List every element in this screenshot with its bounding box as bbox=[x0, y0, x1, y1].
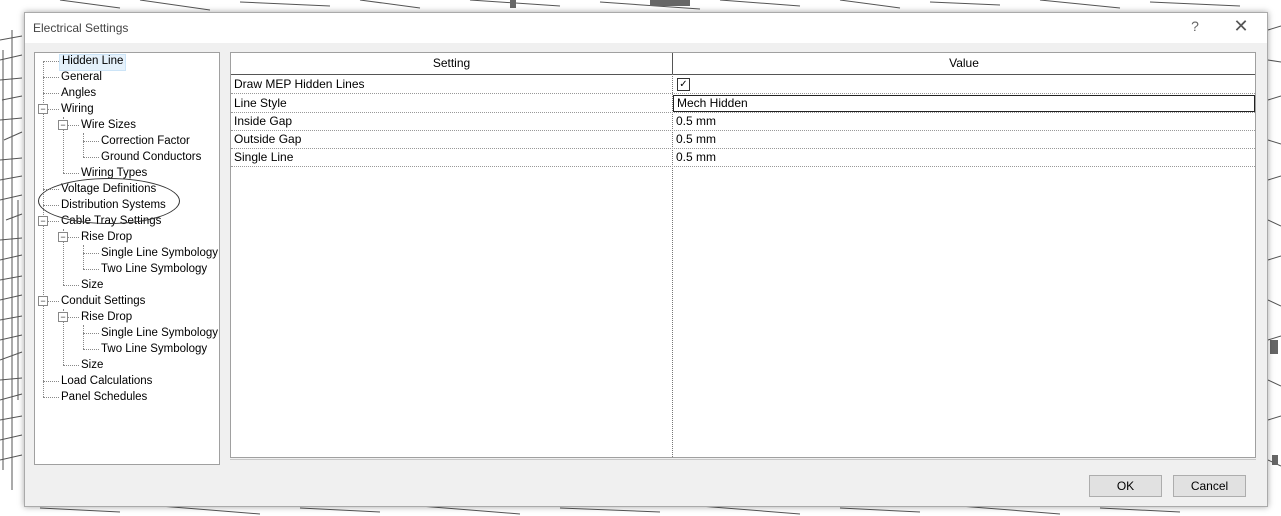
tree-guide-line bbox=[67, 237, 79, 238]
collapse-wire-sizes-icon[interactable]: − bbox=[58, 120, 68, 130]
electrical-settings-dialog: Electrical Settings ? ✕ − − − − − − Hidd… bbox=[24, 12, 1268, 507]
tree-item-wire-sizes[interactable]: Wire Sizes bbox=[79, 118, 138, 133]
outside-gap-value[interactable]: 0.5 mm bbox=[673, 130, 1253, 148]
tree-item-load-calculations[interactable]: Load Calculations bbox=[59, 374, 154, 389]
tree-item-general[interactable]: General bbox=[59, 70, 104, 85]
tree-guide-line bbox=[63, 173, 79, 174]
tree-item-rise-drop[interactable]: Rise Drop bbox=[79, 310, 134, 325]
tree-guide-line bbox=[83, 269, 99, 270]
tree-guide-line bbox=[83, 333, 99, 334]
draw-hidden-lines-checkbox[interactable]: ✓ bbox=[677, 78, 690, 91]
setting-name: Outside Gap bbox=[234, 132, 302, 146]
table-row[interactable]: Inside Gap 0.5 mm bbox=[231, 112, 1255, 131]
tree-guide-line bbox=[83, 245, 84, 269]
inside-gap-value[interactable]: 0.5 mm bbox=[673, 112, 1253, 130]
tree-item-rise-drop[interactable]: Rise Drop bbox=[79, 230, 134, 245]
collapse-cable-tray-icon[interactable]: − bbox=[38, 216, 48, 226]
annotation-ellipse bbox=[38, 178, 180, 224]
table-row[interactable]: Single Line 0.5 mm bbox=[231, 148, 1255, 167]
tree-guide-line bbox=[83, 253, 99, 254]
tree-item-conduit-settings[interactable]: Conduit Settings bbox=[59, 294, 147, 309]
tree-guide-line bbox=[47, 109, 59, 110]
ok-button[interactable]: OK bbox=[1089, 475, 1162, 497]
tree-item-angles[interactable]: Angles bbox=[59, 86, 98, 101]
settings-tree[interactable]: − − − − − − Hidden Line General Angles W… bbox=[34, 52, 220, 465]
tree-guide-line bbox=[83, 157, 99, 158]
table-row[interactable]: Draw MEP Hidden Lines ✓ bbox=[231, 75, 1255, 94]
horizontal-scrollbar[interactable] bbox=[230, 459, 1256, 464]
table-row[interactable]: Outside Gap 0.5 mm bbox=[231, 130, 1255, 149]
tree-guide-line bbox=[83, 349, 99, 350]
grid-header: Setting Value bbox=[231, 53, 1255, 75]
tree-item-panel-schedules[interactable]: Panel Schedules bbox=[59, 390, 149, 405]
setting-name: Inside Gap bbox=[234, 114, 293, 128]
tree-guide-line bbox=[63, 365, 79, 366]
table-row[interactable]: Line Style Mech Hidden bbox=[231, 94, 1255, 113]
tree-item-size[interactable]: Size bbox=[79, 358, 105, 373]
column-header-value[interactable]: Value bbox=[673, 53, 1255, 74]
tree-guide-line bbox=[67, 125, 79, 126]
single-line-value[interactable]: 0.5 mm bbox=[673, 148, 1253, 166]
line-style-field[interactable]: Mech Hidden bbox=[673, 95, 1255, 112]
tree-guide-line bbox=[43, 381, 59, 382]
tree-guide-line bbox=[43, 77, 59, 78]
value-cell[interactable]: ✓ bbox=[673, 75, 1253, 93]
settings-grid: Setting Value Draw MEP Hidden Lines ✓ Li… bbox=[230, 52, 1256, 458]
tree-item-correction-factor[interactable]: Correction Factor bbox=[99, 134, 192, 149]
tree-guide-line bbox=[47, 301, 59, 302]
tree-guide-line bbox=[47, 221, 59, 222]
tree-guide-line bbox=[83, 133, 84, 157]
tree-guide-line bbox=[43, 61, 59, 62]
collapse-rise-drop-icon[interactable]: − bbox=[58, 312, 68, 322]
tree-item-two-line-symbology[interactable]: Two Line Symbology bbox=[99, 262, 209, 277]
tree-guide-line bbox=[43, 397, 59, 398]
tree-item-single-line-symbology[interactable]: Single Line Symbology bbox=[99, 326, 219, 341]
help-icon[interactable]: ? bbox=[1185, 18, 1205, 34]
setting-name: Draw MEP Hidden Lines bbox=[234, 77, 365, 91]
tree-guide-line bbox=[83, 325, 84, 349]
setting-name: Line Style bbox=[234, 96, 287, 110]
tree-guide-line bbox=[83, 141, 99, 142]
tree-guide-line bbox=[43, 93, 59, 94]
tree-item-ground-conductors[interactable]: Ground Conductors bbox=[99, 150, 203, 165]
cancel-button[interactable]: Cancel bbox=[1173, 475, 1246, 497]
dialog-title: Electrical Settings bbox=[33, 21, 129, 35]
tree-guide-line bbox=[63, 285, 79, 286]
tree-item-hidden-line[interactable]: Hidden Line bbox=[59, 54, 127, 71]
tree-guide-line bbox=[67, 317, 79, 318]
tree-item-two-line-symbology[interactable]: Two Line Symbology bbox=[99, 342, 209, 357]
title-bar: Electrical Settings ? ✕ bbox=[25, 13, 1267, 43]
tree-item-size[interactable]: Size bbox=[79, 278, 105, 293]
close-icon[interactable]: ✕ bbox=[1231, 16, 1251, 37]
tree-item-wiring[interactable]: Wiring bbox=[59, 102, 96, 117]
collapse-conduit-icon[interactable]: − bbox=[38, 296, 48, 306]
setting-name: Single Line bbox=[234, 150, 294, 164]
column-header-setting[interactable]: Setting bbox=[231, 53, 673, 74]
collapse-wiring-icon[interactable]: − bbox=[38, 104, 48, 114]
collapse-rise-drop-icon[interactable]: − bbox=[58, 232, 68, 242]
tree-item-single-line-symbology[interactable]: Single Line Symbology bbox=[99, 246, 219, 261]
